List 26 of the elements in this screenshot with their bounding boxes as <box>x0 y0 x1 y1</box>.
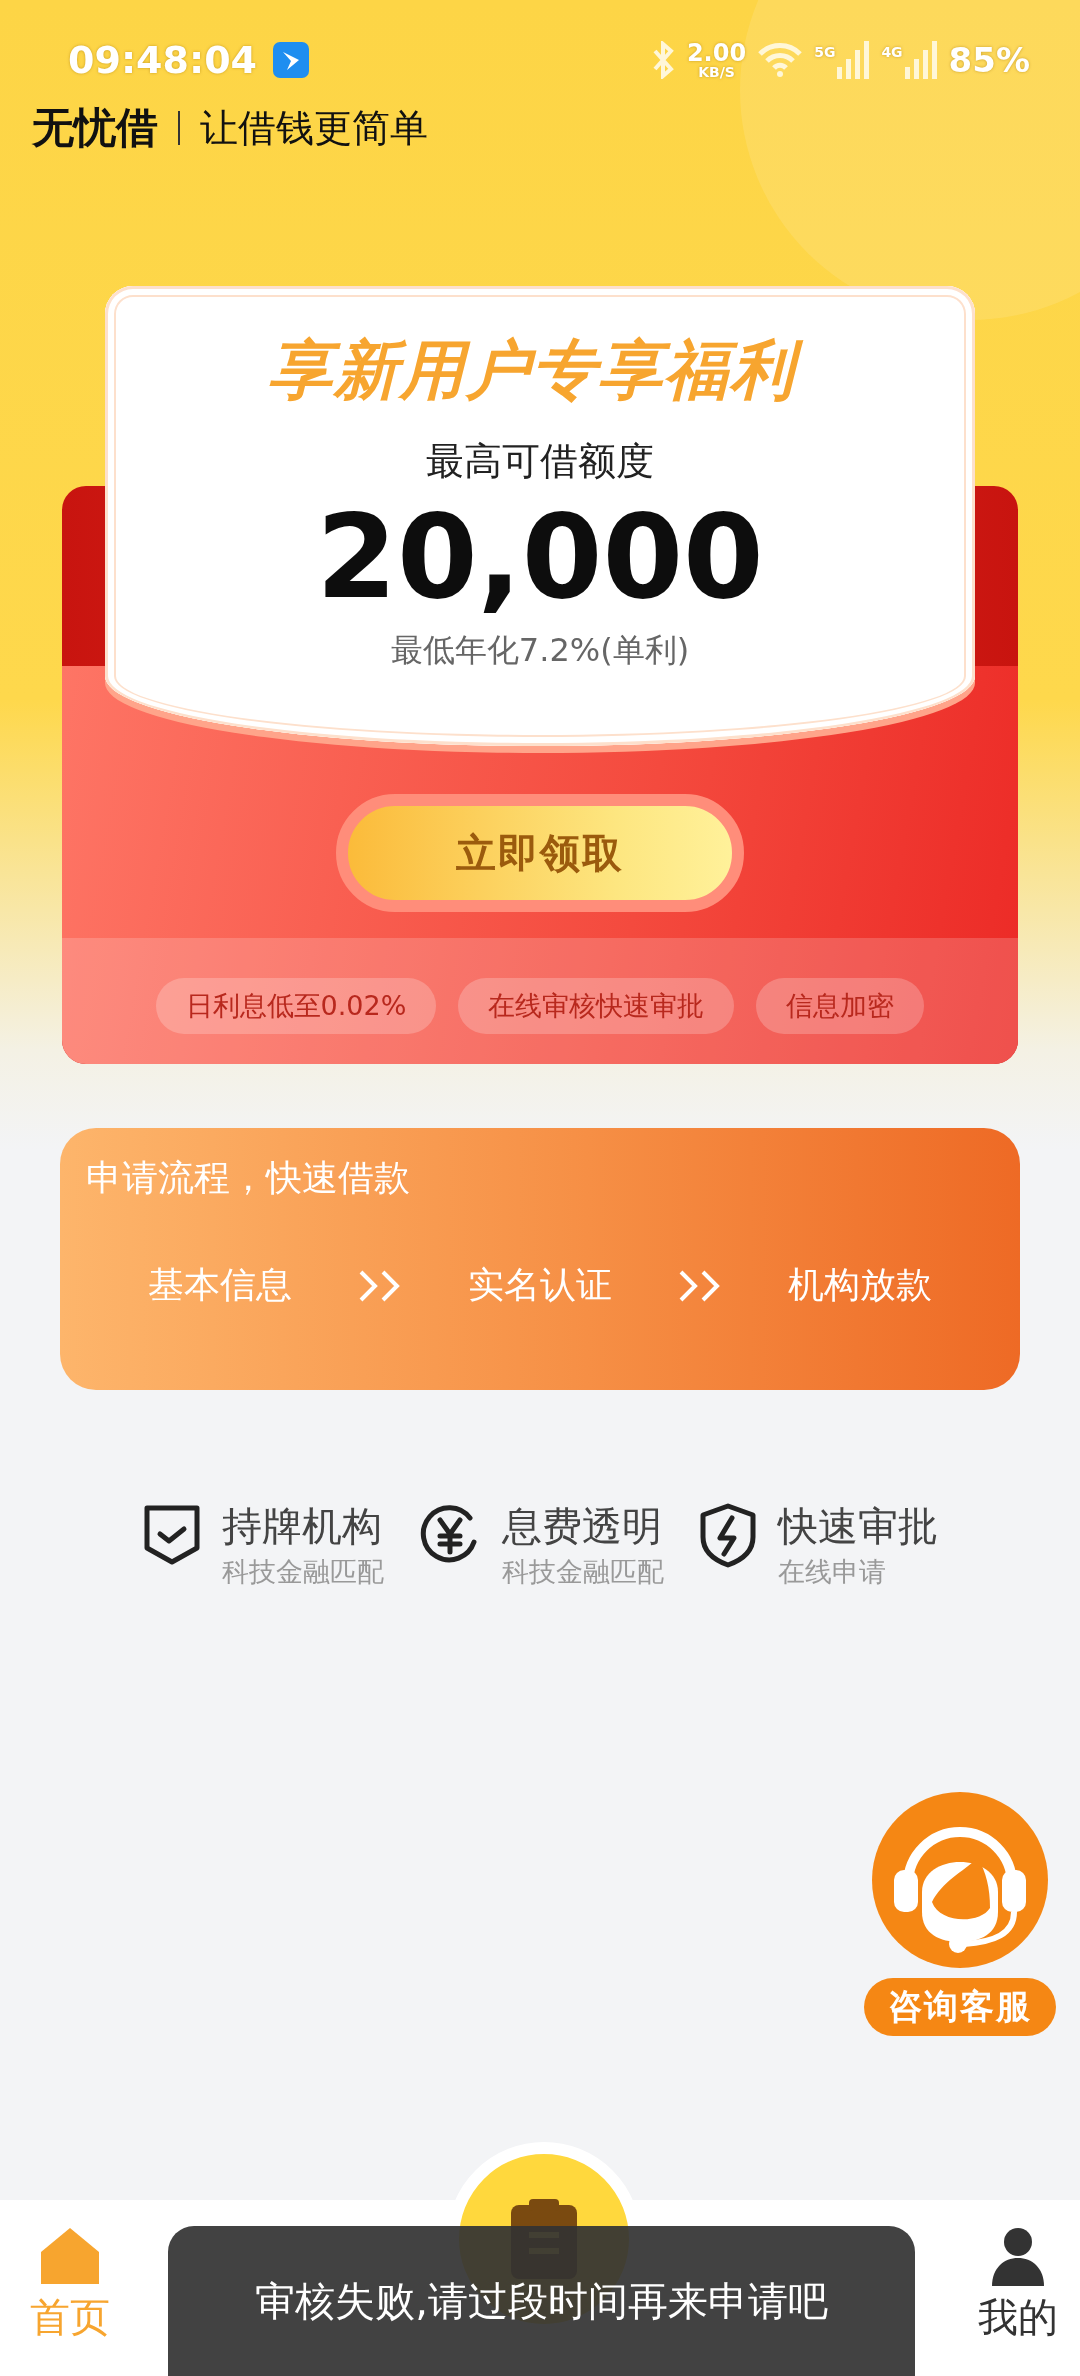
process-step: 实名认证 <box>468 1261 612 1310</box>
feature-title: 息费透明 <box>502 1502 663 1550</box>
feature-tag: 日利息低至0.02% <box>155 978 437 1034</box>
feature-subtitle: 在线申请 <box>778 1555 887 1589</box>
feature-title: 持牌机构 <box>222 1502 383 1550</box>
feature-tag: 在线审核快速审批 <box>458 978 735 1034</box>
process-title: 申请流程，快速借款 <box>86 1156 411 1200</box>
slogan: 让借钱更简单 <box>200 104 428 152</box>
network-type: 4G <box>881 44 903 60</box>
feature-subtitle: 科技金融匹配 <box>502 1555 664 1589</box>
process-step: 基本信息 <box>148 1261 293 1310</box>
feature-title: 快速审批 <box>778 1502 938 1550</box>
process-step: 机构放款 <box>787 1261 932 1310</box>
feature-subtitle: 科技金融匹配 <box>222 1555 384 1589</box>
limit-label: 最高可借额度 <box>426 438 654 485</box>
toast-message: 审核失败,请过段时间再来申请吧 <box>255 2276 828 2326</box>
network-speed: 2.00 <box>686 41 747 65</box>
battery-level: 85% <box>948 40 1030 80</box>
status-time: 09:48:04 <box>68 38 258 82</box>
network-type: 5G <box>814 44 836 60</box>
speed-unit: KB/S <box>698 65 735 79</box>
limit-amount: 20,000 <box>316 493 764 621</box>
brand-name: 无忧借 <box>32 102 158 154</box>
rate-note: 最低年化7.2%(单利) <box>390 629 690 671</box>
feature-tag: 信息加密 <box>756 978 925 1034</box>
offer-title: 享新用户专享福利 <box>260 326 820 418</box>
